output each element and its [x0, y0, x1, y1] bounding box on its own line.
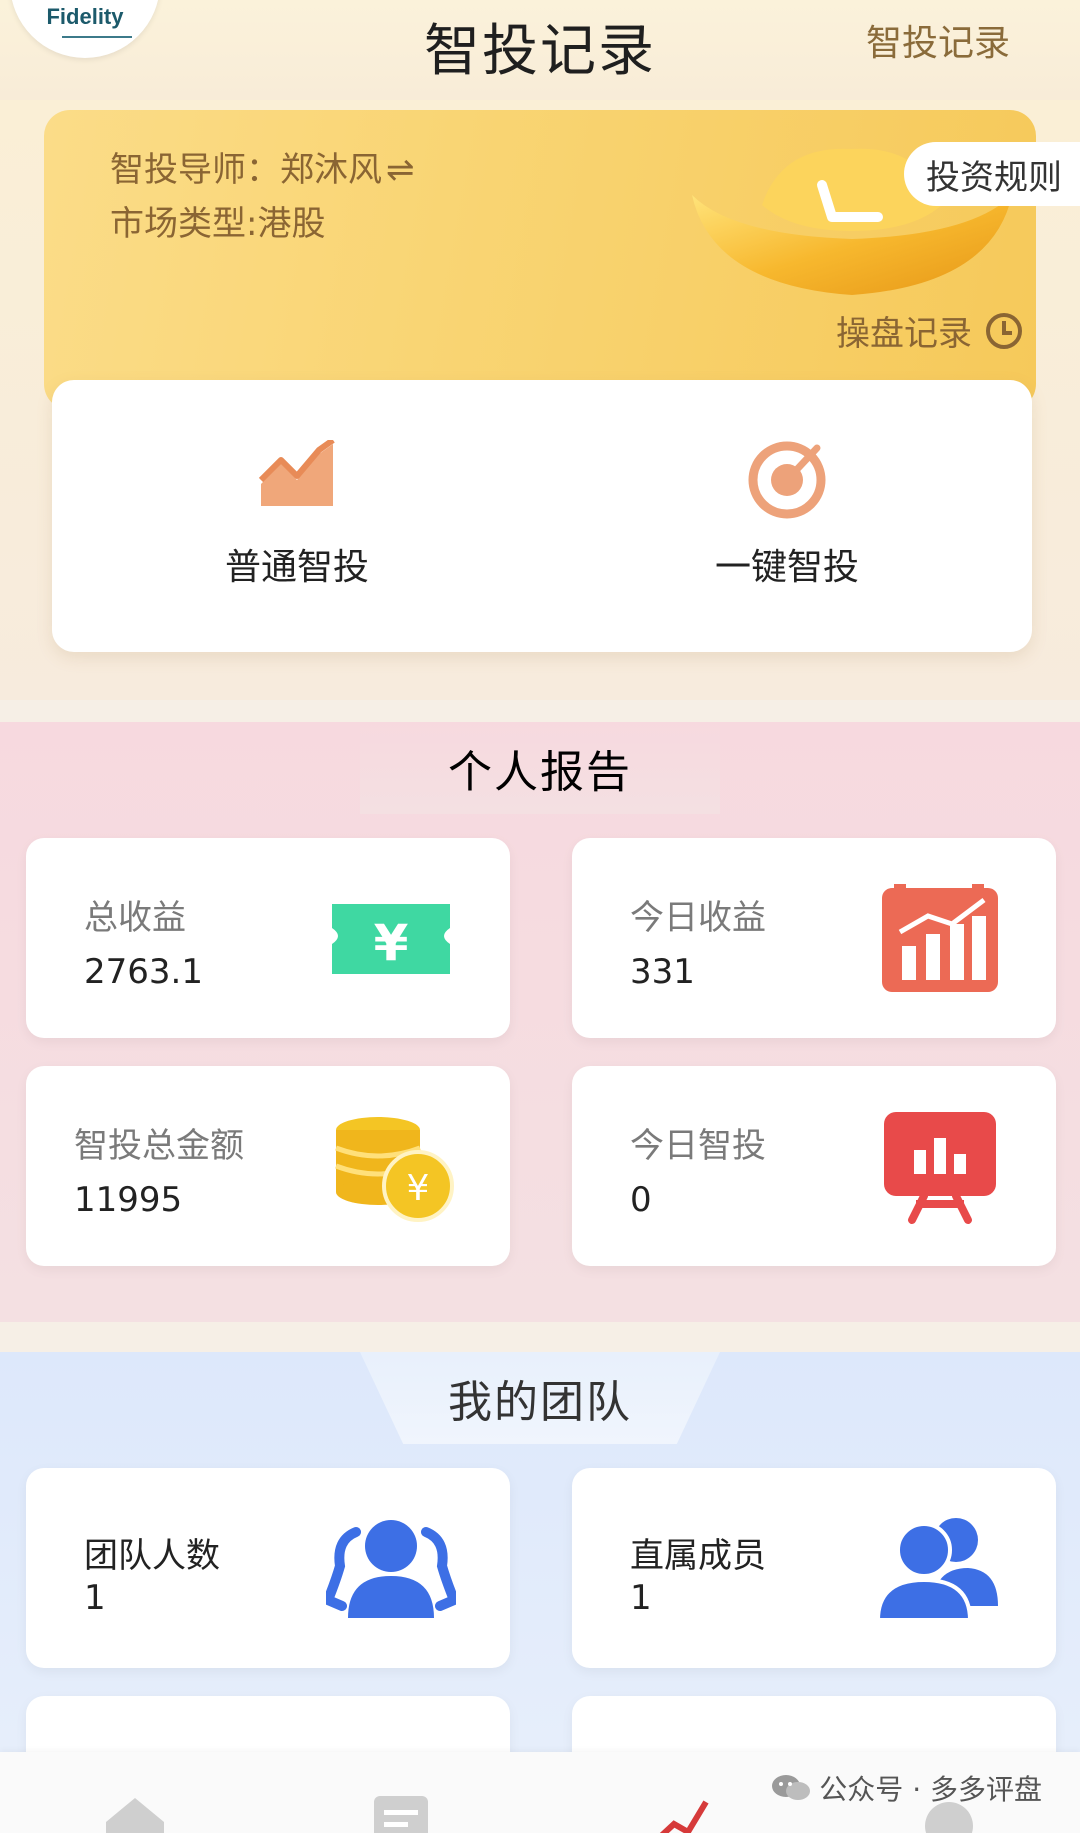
stat-value: 0 [630, 1180, 652, 1220]
top-bar: Fidelity 智投记录 智投记录 [0, 0, 1080, 100]
today-invest-card[interactable]: 今日智投 0 [572, 1066, 1056, 1266]
stat-value: 2763.1 [84, 952, 203, 992]
personal-report-title-text: 个人报告 [448, 747, 632, 798]
stat-label: 总收益 [84, 898, 186, 938]
stat-value: 11995 [74, 1180, 183, 1220]
wechat-icon [772, 1775, 811, 1800]
document-icon[interactable] [366, 1792, 436, 1833]
team-size-card[interactable]: 团队人数 1 [26, 1468, 510, 1668]
users-icon [875, 1518, 998, 1622]
investment-rules-button[interactable]: 投资规则 [904, 142, 1080, 206]
normal-invest-label: 普通智投 [224, 547, 369, 588]
normal-invest-button[interactable]: 普通智投 [52, 380, 542, 652]
stat-label: 直属成员 [630, 1536, 766, 1576]
my-team-title-text: 我的团队 [448, 1377, 632, 1428]
home-icon[interactable] [100, 1792, 170, 1833]
wechat-watermark: 公众号 · 多多评盘 [771, 1768, 1042, 1808]
presentation-icon [884, 1112, 996, 1224]
trading-records-label: 操盘记录 [836, 314, 972, 354]
direct-members-card[interactable]: 直属成员 1 [572, 1468, 1056, 1668]
stat-label: 智投总金额 [74, 1126, 244, 1166]
coins-icon: ¥ [335, 1117, 454, 1222]
stat-label: 团队人数 [84, 1536, 220, 1576]
mentor-label: 智投导师：郑沐风 [110, 150, 382, 190]
trend-icon[interactable] [640, 1792, 710, 1833]
group-icon [326, 1520, 456, 1618]
trading-records-link[interactable]: 操盘记录 [836, 306, 1022, 355]
personal-report-title: 个人报告 [360, 722, 720, 814]
bar-chart-icon [882, 884, 998, 992]
target-icon [542, 440, 1032, 524]
total-income-card[interactable]: 总收益 2763.1 ¥ [26, 838, 510, 1038]
market-type-label: 市场类型:港股 [110, 204, 326, 244]
stat-value: 1 [84, 1578, 106, 1618]
svg-text:¥: ¥ [407, 1168, 430, 1209]
mode-selector-card: 普通智投 一键智投 [52, 380, 1032, 652]
today-income-card[interactable]: 今日收益 331 [572, 838, 1056, 1038]
stat-value: 1 [630, 1578, 652, 1618]
mentor-row[interactable]: 智投导师：郑沐风 ⇌ [110, 142, 415, 191]
my-team-title: 我的团队 [360, 1352, 720, 1444]
stat-label: 今日智投 [630, 1126, 766, 1166]
header-records-link[interactable]: 智投记录 [866, 14, 1010, 66]
total-invest-amount-card[interactable]: 智投总金额 11995 ¥ [26, 1066, 510, 1266]
swap-icon[interactable]: ⇌ [386, 150, 415, 190]
one-click-invest-label: 一键智投 [714, 547, 859, 588]
stat-label: 今日收益 [630, 898, 766, 938]
stat-value: 331 [630, 952, 695, 992]
one-click-invest-button[interactable]: 一键智投 [542, 380, 1032, 652]
line-chart-icon [52, 437, 542, 514]
history-icon [986, 312, 1022, 349]
ticket-yen-icon: ¥ [332, 904, 450, 974]
watermark-text: 公众号 · 多多评盘 [819, 1773, 1042, 1806]
svg-text:¥: ¥ [374, 914, 409, 972]
